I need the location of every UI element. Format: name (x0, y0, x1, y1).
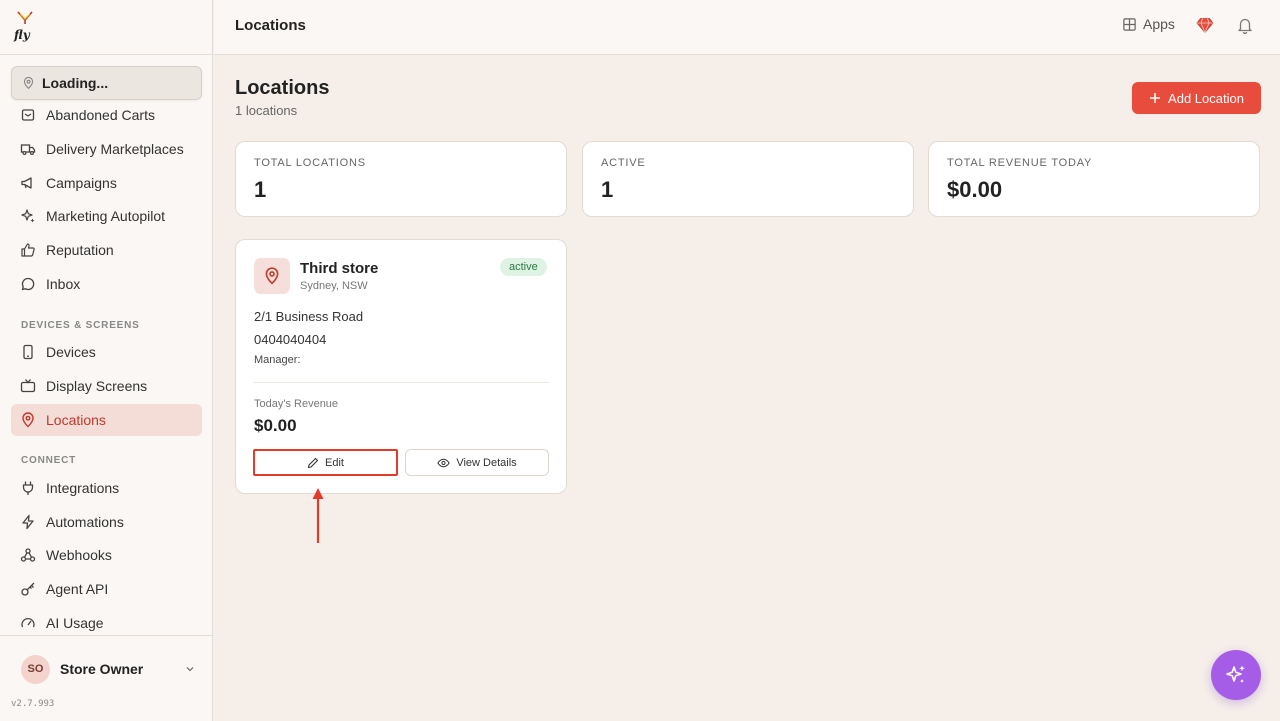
sidebar-item-label: Automations (46, 514, 124, 530)
sidebar-item-devices[interactable]: Devices (11, 336, 202, 368)
view-details-label: View Details (456, 456, 517, 469)
stat-label: TOTAL LOCATIONS (254, 157, 366, 169)
sidebar-item-label: Display Screens (46, 378, 148, 394)
stat-card-total-revenue-today: TOTAL REVENUE TODAY $0.00 (928, 141, 1260, 217)
megaphone-icon (21, 177, 32, 189)
thumbs-up-icon (21, 243, 35, 257)
location-selector-label: Loading... (42, 75, 109, 91)
sparkles-icon (21, 209, 35, 223)
truck-icon (20, 144, 36, 156)
plug-icon (22, 481, 34, 495)
apps-button[interactable]: Apps (1122, 16, 1175, 32)
stat-value: $0.00 (947, 177, 1003, 202)
tablet-icon (23, 344, 33, 360)
sidebar-item-label: AI Usage (46, 615, 104, 631)
top-bar: Locations Apps (214, 0, 1280, 55)
key-icon (21, 582, 35, 596)
sidebar-item-inbox[interactable]: Inbox (11, 268, 202, 300)
lightning-icon (22, 514, 34, 530)
apps-label: Apps (1143, 16, 1175, 32)
stat-label: TOTAL REVENUE TODAY (947, 157, 1093, 169)
sidebar-item-webhooks[interactable]: Webhooks (11, 539, 202, 571)
grid-icon (1123, 17, 1136, 31)
chevron-down-icon (186, 667, 194, 672)
sidebar-item-display-screens[interactable]: Display Screens (11, 370, 202, 402)
map-pin-icon (22, 412, 34, 428)
edit-label: Edit (325, 456, 344, 469)
sidebar-item-label: Inbox (46, 276, 81, 292)
fly-logo[interactable]: fly (12, 10, 38, 42)
annotation-arrow (312, 488, 324, 543)
location-selector[interactable]: Loading... (11, 66, 202, 100)
add-location-label: Add Location (1168, 90, 1244, 106)
gauge-icon (21, 617, 35, 628)
map-pin-icon (23, 76, 34, 89)
sidebar-item-marketing-autopilot[interactable]: Marketing Autopilot (11, 200, 202, 232)
ai-assistant-button[interactable] (1211, 650, 1261, 700)
topbar-title: Locations (235, 17, 306, 34)
sidebar-item-campaigns[interactable]: Campaigns (11, 167, 202, 199)
card-divider (254, 382, 549, 383)
plus-icon (1150, 93, 1161, 103)
sidebar-item-label: Marketing Autopilot (46, 208, 166, 224)
bell-icon[interactable] (1236, 16, 1254, 39)
sidebar-item-label: Locations (46, 412, 106, 428)
sidebar-item-reputation[interactable]: Reputation (11, 234, 202, 266)
cart-box-icon (21, 109, 35, 121)
sidebar-item-integrations[interactable]: Integrations (11, 472, 202, 504)
sidebar-item-agent-api[interactable]: Agent API (11, 573, 202, 605)
gem-icon[interactable] (1196, 16, 1214, 39)
webhook-icon (20, 548, 36, 562)
logo-divider (0, 54, 213, 55)
view-details-button[interactable]: View Details (405, 449, 549, 476)
edit-button[interactable]: Edit (253, 449, 398, 476)
location-card: Third store Sydney, NSW active 2/1 Busin… (235, 239, 567, 494)
sidebar-item-label: Webhooks (46, 547, 112, 563)
stat-card-total-locations: TOTAL LOCATIONS 1 (235, 141, 567, 217)
user-name: Store Owner (60, 661, 144, 677)
stat-label: ACTIVE (601, 157, 646, 169)
page-title: Locations (235, 77, 330, 99)
tv-icon (20, 379, 36, 393)
pencil-icon (307, 457, 319, 468)
stat-value: 1 (254, 177, 267, 202)
sidebar-item-label: Reputation (46, 242, 114, 258)
sidebar: fly Loading... Abandoned Carts Delivery … (0, 0, 213, 721)
location-phone: 0404040404 (254, 332, 327, 347)
add-location-button[interactable]: Add Location (1132, 82, 1261, 114)
location-name: Third store (300, 260, 379, 277)
map-pin-icon (254, 258, 290, 294)
sidebar-item-delivery-marketplaces[interactable]: Delivery Marketplaces (11, 133, 202, 165)
sidebar-item-label: Campaigns (46, 175, 117, 191)
sidebar-item-label: Devices (46, 344, 96, 360)
revenue-value: $0.00 (254, 416, 297, 435)
stat-value: 1 (601, 177, 614, 202)
app-version: v2.7.993 (11, 699, 55, 709)
page-subtitle: 1 locations (235, 103, 298, 118)
location-manager: Manager: (254, 354, 301, 366)
stat-card-active: ACTIVE 1 (582, 141, 914, 217)
section-connect: CONNECT (21, 455, 77, 466)
sparkles-icon (1226, 665, 1245, 683)
section-devices-screens: DEVICES & SCREENS (21, 320, 140, 331)
revenue-label: Today's Revenue (254, 398, 339, 410)
sidebar-item-label: Abandoned Carts (46, 107, 155, 123)
sidebar-item-label: Integrations (46, 480, 120, 496)
svg-text:fly: fly (13, 28, 31, 42)
chat-bubble-icon (21, 277, 35, 291)
sidebar-item-locations[interactable]: Locations (11, 404, 202, 436)
sidebar-item-label: Delivery Marketplaces (46, 141, 184, 157)
location-city: Sydney, NSW (300, 280, 368, 292)
user-divider (0, 635, 213, 636)
avatar: SO (21, 654, 50, 684)
sidebar-item-abandoned-carts[interactable]: Abandoned Carts (11, 99, 202, 131)
status-badge: active (500, 258, 547, 276)
user-menu[interactable]: SO Store Owner (21, 654, 196, 684)
sidebar-item-label: Agent API (46, 581, 109, 597)
eye-icon (437, 458, 450, 467)
location-address: 2/1 Business Road (254, 309, 364, 324)
sidebar-item-automations[interactable]: Automations (11, 506, 202, 538)
